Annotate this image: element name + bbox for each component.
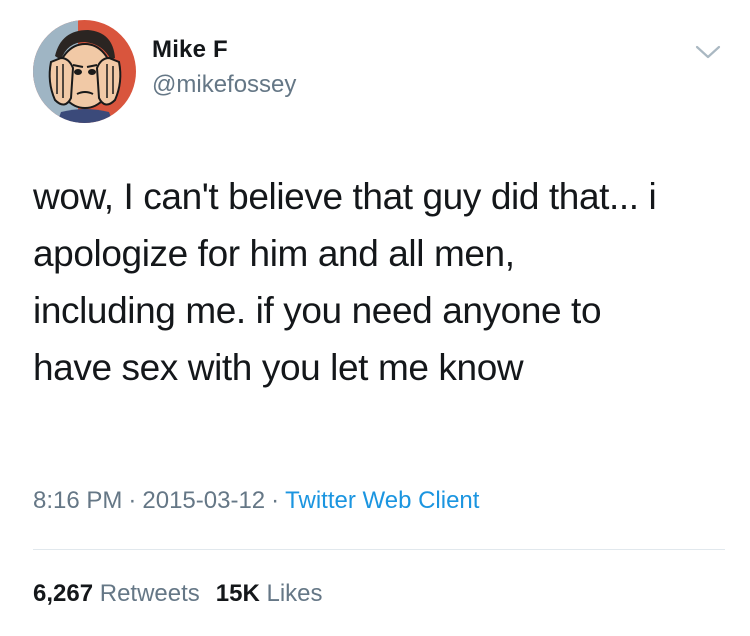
tweet-date[interactable]: 2015-03-12: [142, 487, 265, 514]
likes-count: 15K: [215, 580, 260, 607]
tweet-time[interactable]: 8:16 PM: [33, 487, 122, 514]
tweet-text-line: apologize for him and all men,: [33, 233, 515, 274]
tweet-text-line: wow, I can't believe that guy did that..…: [33, 176, 657, 217]
retweets-label: Retweets: [99, 580, 200, 607]
tweet-stats: 6,267 Retweets 15K Likes: [33, 580, 323, 608]
likes-stat[interactable]: 15K Likes: [216, 580, 323, 607]
tweet-text: wow, I can't believe that guy did that..…: [33, 168, 723, 396]
chevron-down-icon[interactable]: [694, 42, 722, 62]
tweet-card: Mike F @mikefossey wow, I can't believe …: [0, 0, 750, 636]
divider: [33, 549, 725, 550]
tweet-metadata: 8:16 PM · 2015-03-12 · Twitter Web Client: [33, 487, 479, 515]
retweets-stat[interactable]: 6,267 Retweets: [33, 580, 200, 607]
tweet-text-line: have sex with you let me know: [33, 347, 524, 388]
tweet-source-link[interactable]: Twitter Web Client: [285, 487, 479, 514]
retweets-count: 6,267: [33, 580, 94, 607]
meta-separator: ·: [128, 487, 137, 514]
likes-label: Likes: [266, 580, 323, 607]
meta-separator: ·: [271, 487, 280, 514]
author-display-name[interactable]: Mike F: [152, 36, 228, 64]
avatar[interactable]: [33, 20, 136, 123]
author-handle[interactable]: @mikefossey: [152, 71, 296, 99]
tweet-text-line: including me. if you need anyone to: [33, 290, 602, 331]
comic-facepalm-avatar: [33, 20, 136, 123]
